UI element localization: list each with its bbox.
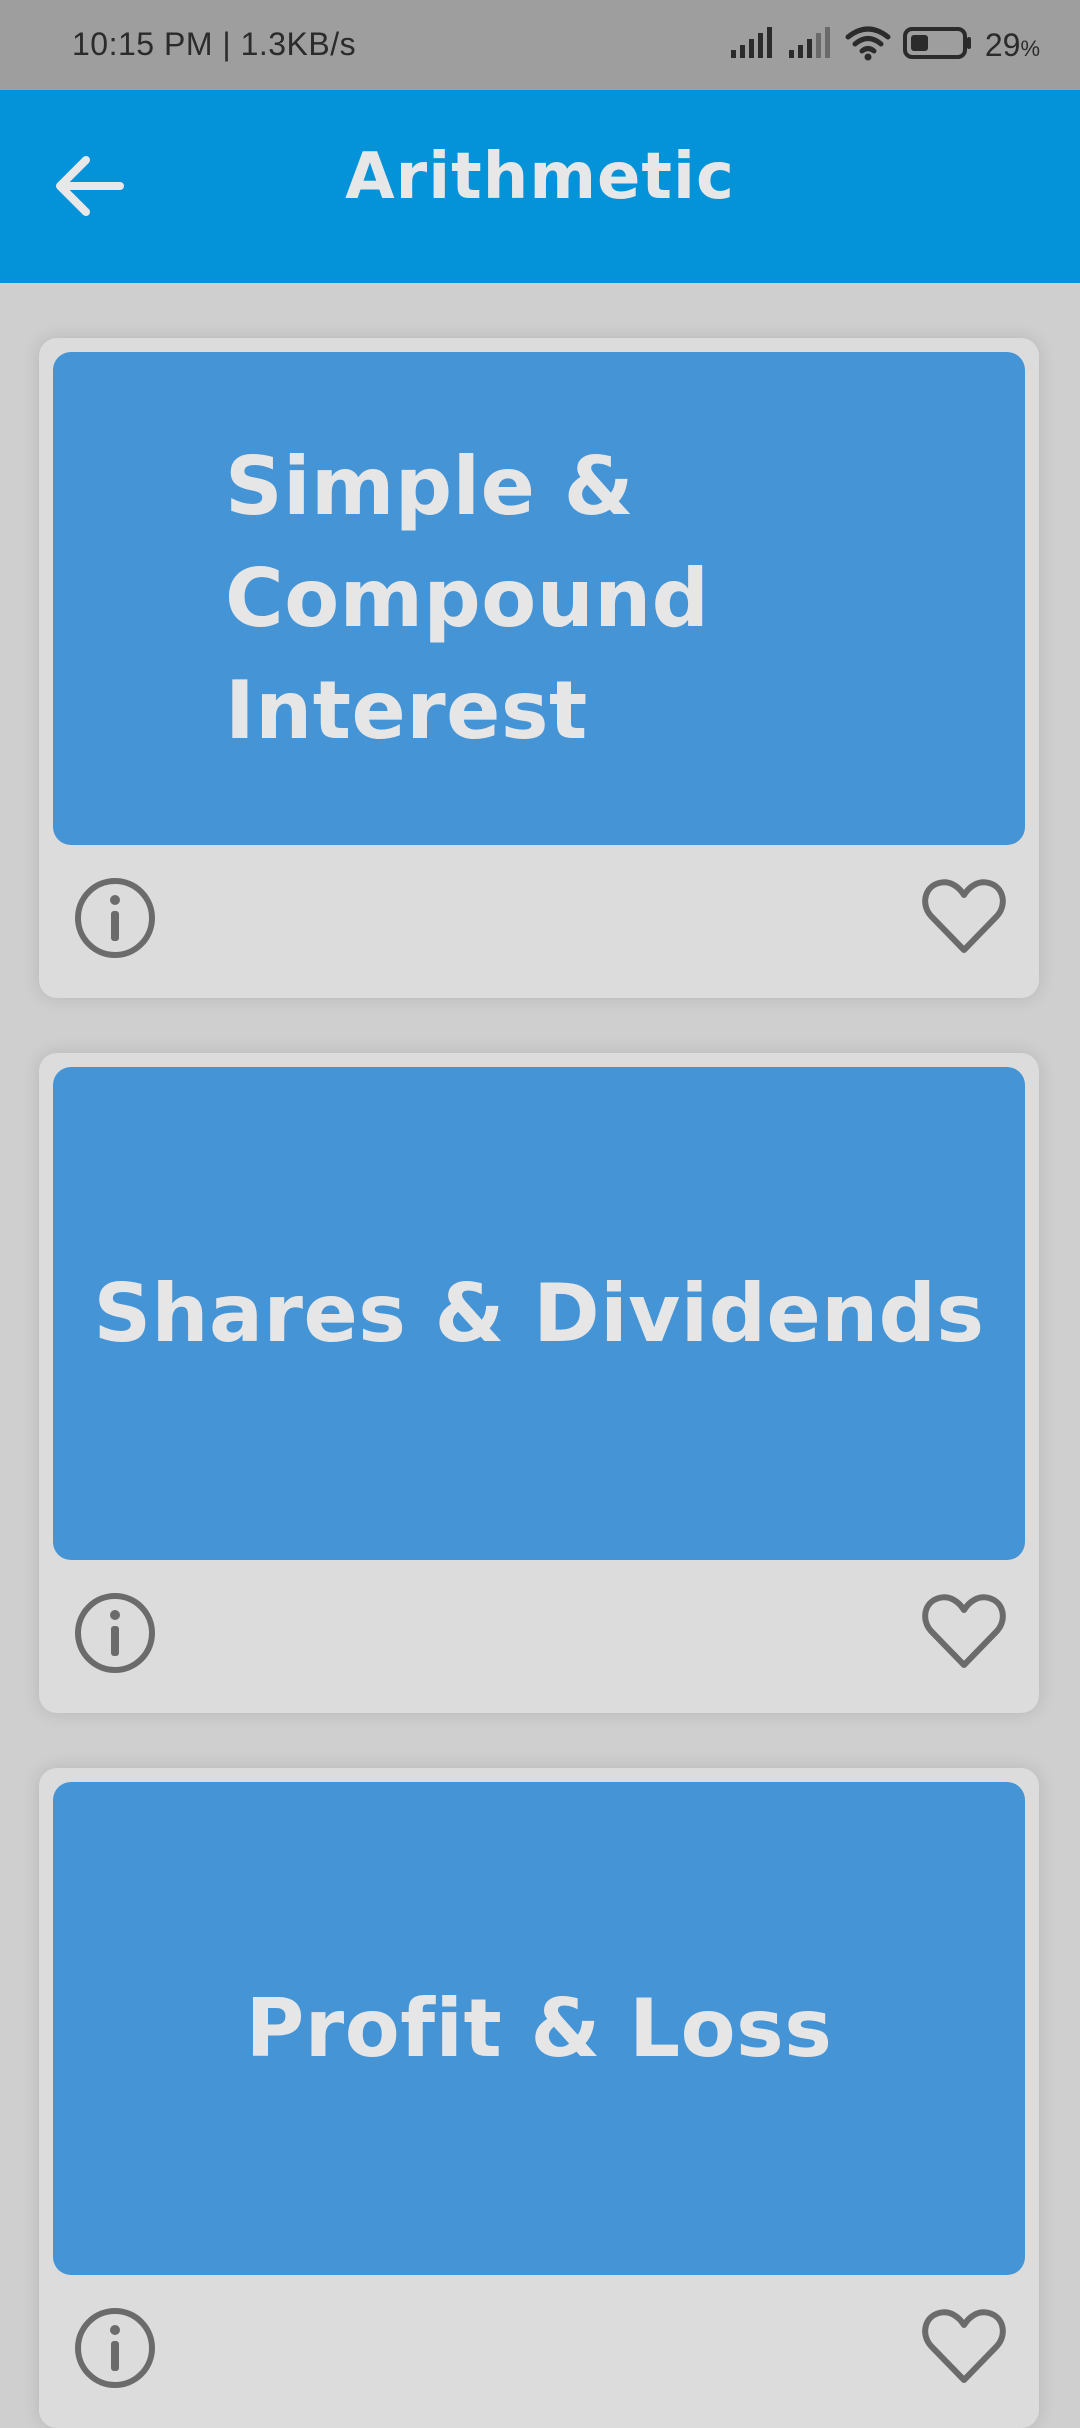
signal-icon (729, 26, 775, 64)
info-icon (73, 2308, 157, 2394)
info-icon (73, 1593, 157, 1679)
topic-title-line: Compound Interest (225, 551, 710, 757)
topic-banner-shares-dividends[interactable]: Shares & Dividends (53, 1067, 1025, 1560)
info-button[interactable] (73, 2306, 157, 2390)
battery-percent-value: 29 (984, 26, 1021, 63)
topic-title: Shares & Dividends (93, 1267, 985, 1360)
favorite-button[interactable] (919, 2302, 1009, 2392)
info-button[interactable] (73, 876, 157, 960)
heart-icon (919, 2309, 1009, 2396)
topic-title: Simple & Compound Interest (53, 431, 1025, 767)
info-icon (73, 878, 157, 964)
battery-percent-unit: % (1020, 35, 1040, 61)
status-time-speed: 10:15 PM | 1.3KB/s (72, 26, 357, 62)
favorite-button[interactable] (919, 1587, 1009, 1677)
topic-card: Profit & Loss (39, 1768, 1039, 2428)
app-bar: Arithmetic (0, 90, 1080, 283)
topic-banner-simple-compound-interest[interactable]: Simple & Compound Interest (53, 352, 1025, 845)
topic-card: Shares & Dividends (39, 1053, 1039, 1713)
favorite-button[interactable] (919, 872, 1009, 962)
topic-title-line: Simple & (225, 439, 634, 533)
battery-icon (902, 26, 973, 64)
status-bar: 10:15 PM | 1.3KB/s 29% (0, 0, 1080, 90)
signal-icon (787, 26, 833, 64)
topic-title: Profit & Loss (245, 1982, 833, 2075)
status-icons: 29% (729, 22, 1040, 68)
heart-icon (919, 879, 1009, 966)
wifi-icon (845, 25, 891, 65)
topic-card: Simple & Compound Interest (39, 338, 1039, 998)
battery-percentage: 29% (985, 27, 1040, 64)
page-title: Arithmetic (345, 140, 735, 214)
heart-icon (919, 1594, 1009, 1681)
info-button[interactable] (73, 1591, 157, 1675)
topic-banner-profit-loss[interactable]: Profit & Loss (53, 1782, 1025, 2275)
